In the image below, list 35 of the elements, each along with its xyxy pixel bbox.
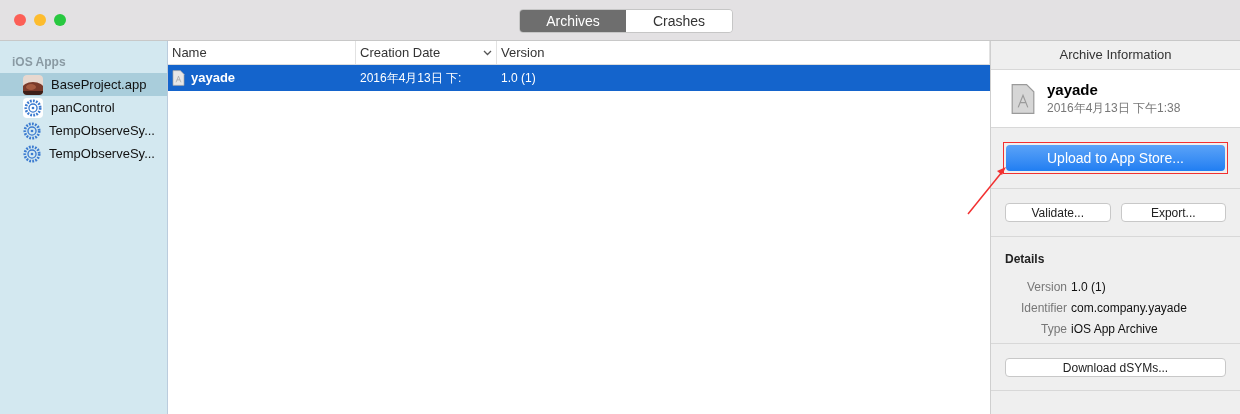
column-header[interactable]: Creation Date	[356, 41, 497, 64]
document-icon	[172, 70, 185, 86]
table-cell-text: 2016年4月13日 下:	[359, 70, 463, 87]
detail-value: 1.0 (1)	[1071, 278, 1106, 296]
sidebar-item[interactable]: TempObserveSy...	[0, 119, 167, 142]
column-header[interactable]: Name	[168, 41, 356, 64]
detail-value: com.company.yayade	[1071, 299, 1187, 317]
table-row[interactable]: yayade 2016年4月13日 下: 1.0 (1)	[168, 65, 990, 91]
download-button[interactable]: Download dSYMs...	[1005, 357, 1226, 377]
close-button[interactable]	[14, 14, 26, 26]
detail-value: iOS App Archive	[1071, 320, 1158, 338]
detail-label: Identifier	[1019, 299, 1067, 317]
archive-date: 2016年4月13日 下午1:38	[1047, 99, 1181, 117]
chevron-down-icon	[483, 49, 492, 56]
sidebar-item[interactable]: panControl	[0, 96, 167, 119]
sidebar-item[interactable]: TempObserveSy...	[0, 142, 167, 165]
tab[interactable]: Crashes	[626, 10, 732, 32]
details-title: Details	[1005, 251, 1046, 268]
sidebar-item[interactable]: BaseProject.app	[0, 73, 167, 96]
minimize-button[interactable]	[34, 14, 46, 26]
tab[interactable]: Archives	[520, 10, 626, 32]
gear-icon	[23, 121, 41, 140]
zoom-button[interactable]	[54, 14, 66, 26]
document-icon	[1011, 82, 1035, 115]
table-cell-text: yayade	[191, 69, 236, 88]
gear-tile-icon	[23, 97, 43, 118]
sidebar-section-title: iOS Apps	[11, 54, 67, 71]
action-button[interactable]: Validate...	[1005, 203, 1111, 222]
detail-label: Type	[1040, 320, 1067, 338]
detail-label: Version	[1025, 278, 1067, 296]
table-cell-text: 1.0 (1)	[500, 70, 537, 87]
action-button[interactable]: Export...	[1120, 203, 1226, 222]
archive-name: yayade	[1047, 80, 1099, 99]
column-header[interactable]: Version	[497, 41, 990, 64]
gear-icon	[23, 144, 41, 163]
